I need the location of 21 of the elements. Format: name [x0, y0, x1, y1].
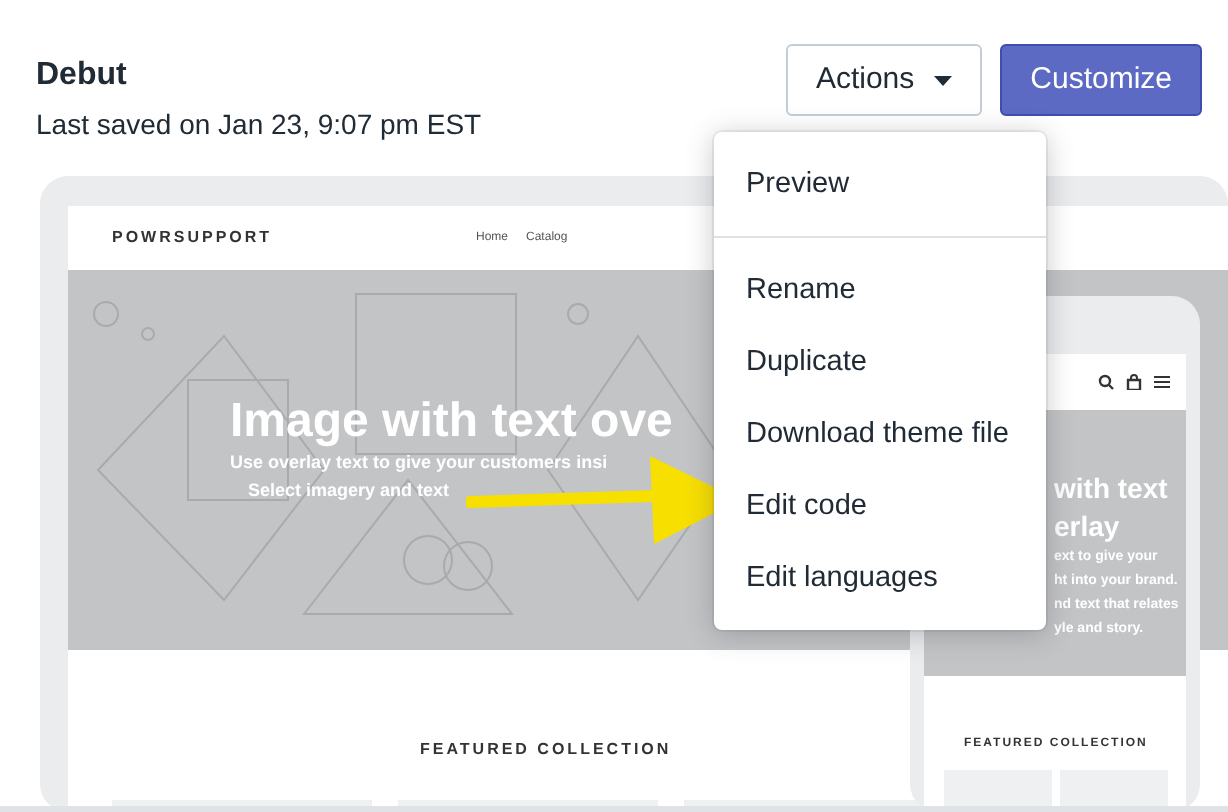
- search-icon: [1098, 374, 1114, 390]
- menu-item[interactable]: Edit code: [714, 470, 1046, 542]
- store-logo: POWRSUPPORT: [112, 226, 275, 250]
- hero-title: erlay: [1054, 508, 1122, 546]
- actions-button[interactable]: Actions: [785, 44, 983, 116]
- caret-icon: [934, 75, 953, 85]
- hero-text: Use overlay text to give your customers insi: [230, 450, 610, 477]
- hero-title: with text: [1054, 470, 1170, 508]
- customize-button[interactable]: Customize: [1000, 44, 1202, 116]
- menu-icon: [1154, 374, 1170, 390]
- menu-item[interactable]: Duplicate: [714, 326, 1046, 398]
- theme-title: Debut: [36, 56, 129, 96]
- bag-icon: [1126, 374, 1142, 390]
- menu-item[interactable]: Edit languages: [714, 542, 1046, 614]
- menu-item[interactable]: Rename: [714, 254, 1046, 326]
- hero-title: Image with text ove: [230, 396, 673, 449]
- menu-item[interactable]: Preview: [714, 148, 1046, 220]
- last-saved-text: Last saved on Jan 23, 9:07 pm EST: [36, 106, 482, 144]
- hero-text: Select imagery and text: [248, 478, 452, 505]
- menu-item[interactable]: Download theme file: [714, 398, 1046, 470]
- section-heading: FEATURED COLLECTION: [420, 738, 672, 762]
